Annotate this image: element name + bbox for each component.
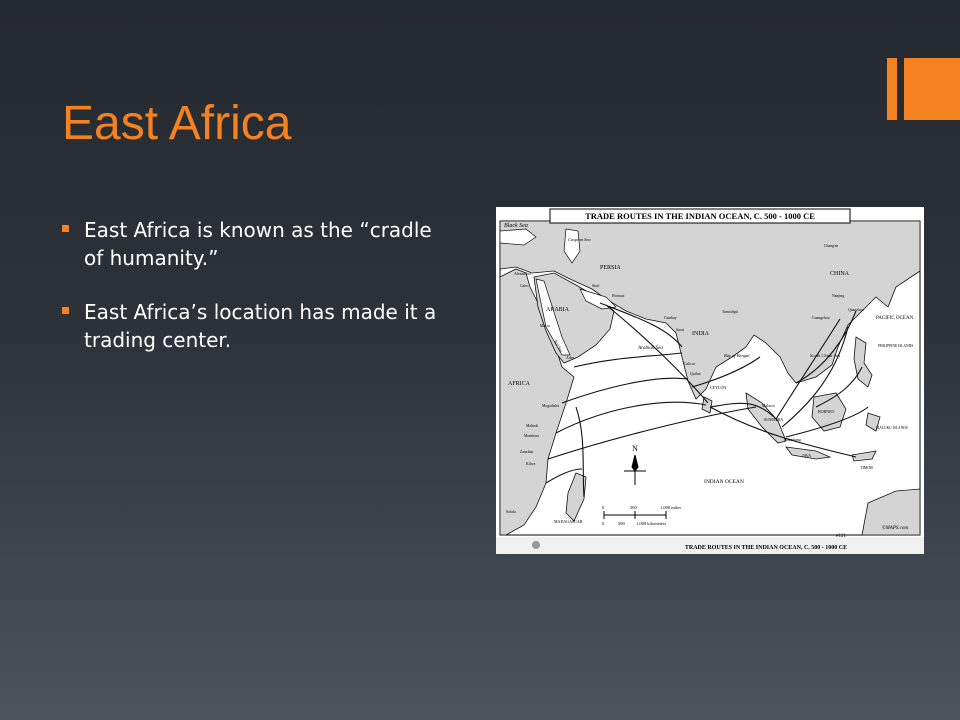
city-siraf: Siraf: [592, 284, 600, 288]
city-palembang: Palembang: [784, 438, 801, 442]
city-cairo: Cairo: [520, 284, 529, 288]
bullet-text: East Africa’s location has made it a tra…: [84, 300, 437, 352]
label-bay-of-bengal: Bay of Bengal: [724, 353, 750, 358]
map-header: TRADE ROUTES IN THE INDIAN OCEAN, C. 500…: [585, 211, 815, 221]
square-bullet-icon: [62, 307, 69, 314]
bullet-text: East Africa is known as the “cradle of h…: [84, 218, 432, 270]
city-calicut: Calicut: [684, 362, 696, 366]
city-quanzhou: Quanzhou: [848, 308, 864, 312]
label-ceylon: CEYLON: [710, 385, 726, 390]
label-borneo: BORNEO: [818, 409, 835, 414]
label-africa: AFRICA: [508, 381, 531, 387]
trade-routes-map: N 0 500 1,000 miles 0 500 1,000 kilomete…: [496, 207, 924, 554]
slide-title: East Africa: [62, 97, 292, 150]
city-tamralipti: Tamralipti: [722, 310, 738, 314]
bullet-list: East Africa is known as the “cradle of h…: [62, 216, 447, 380]
label-persia: PERSIA: [600, 265, 621, 271]
map-footer: TRADE ROUTES IN THE INDIAN OCEAN, C. 500…: [685, 545, 847, 551]
city-hormuz: Hormuz: [612, 294, 625, 298]
label-arabian-sea: Arabian Sea: [637, 346, 663, 351]
city-changan: Chang'an: [824, 244, 838, 248]
accent-bar-thick: [904, 58, 960, 120]
city-surat: Surat: [676, 328, 685, 332]
label-arabia: ARABIA: [546, 307, 570, 313]
label-madagascar: MADAGASCAR: [554, 519, 583, 524]
compass-label: N: [632, 444, 638, 453]
accent-bar-thin: [887, 58, 897, 120]
label-caspian-sea: Caspian Sea: [568, 237, 591, 242]
publisher-logo-icon: [532, 541, 540, 549]
map-number: #121: [836, 534, 847, 539]
square-bullet-icon: [62, 225, 69, 232]
scale-mile-500: 500: [630, 505, 638, 510]
map-svg: N 0 500 1,000 miles 0 500 1,000 kilomete…: [496, 208, 924, 554]
city-malindi: Malindi: [526, 424, 538, 428]
label-sumatra: SUMATRA: [764, 417, 783, 422]
label-pacific-ocean: PACIFIC OCEAN: [876, 316, 914, 321]
city-zanzibar: Zanzibar: [520, 450, 534, 454]
city-aden: Aden: [566, 356, 574, 360]
label-black-sea: Black Sea: [504, 223, 528, 229]
label-india: INDIA: [692, 331, 710, 337]
city-mogadishu: Mogadishu: [542, 404, 559, 408]
city-mombasa: Mombasa: [524, 434, 539, 438]
city-sofala: Sofala: [506, 510, 516, 514]
city-mecca: Mecca: [540, 324, 550, 328]
label-indian-ocean: INDIAN OCEAN: [704, 479, 744, 485]
label-china: CHINA: [830, 271, 850, 277]
bullet-item: East Africa’s location has made it a tra…: [62, 298, 447, 354]
city-guangzhou: Guangzhou: [812, 316, 830, 320]
city-malacca: Malacca: [762, 404, 775, 408]
map-credit: ©MAPS.com: [882, 525, 909, 531]
label-maluku-islands: MALUKU ISLANDS: [876, 426, 908, 430]
label-south-china-sea: South China Sea: [810, 353, 841, 358]
bullet-item: East Africa is known as the “cradle of h…: [62, 216, 447, 272]
label-timor: TIMOR: [860, 465, 873, 470]
city-quilon: Quilon: [690, 372, 701, 376]
city-alexandria: Alexandria: [514, 272, 531, 276]
scale-km-500: 500: [618, 521, 626, 526]
label-java: JAVA: [802, 453, 811, 458]
city-nanjing: Nanjing: [832, 294, 844, 298]
label-philippine-islands: PHILIPPINE ISLANDS: [878, 344, 913, 348]
city-cambay: Cambay: [664, 316, 677, 320]
city-kilwa: Kilwa: [526, 462, 536, 466]
